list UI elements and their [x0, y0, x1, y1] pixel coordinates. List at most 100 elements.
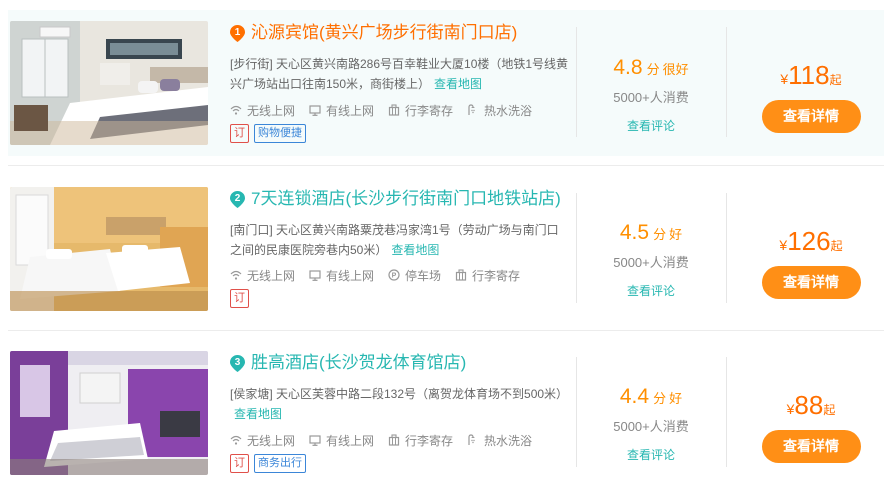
parking-icon: P [388, 269, 400, 281]
rating-score: 4.4 [619, 385, 650, 408]
rank-pin-icon: 1 [230, 24, 245, 42]
hotel-photo[interactable] [10, 187, 208, 311]
wifi-icon [230, 270, 242, 280]
rating-unit: 分 [646, 62, 660, 77]
svg-text:P: P [392, 273, 397, 280]
amenity-item: 无线上网 [230, 266, 295, 284]
shower-icon [468, 104, 476, 115]
rank-number: 1 [234, 26, 241, 38]
view-details-button[interactable]: 查看详情 [761, 100, 861, 133]
view-map-link[interactable]: 查看地图 [391, 243, 439, 257]
price-value: 126 [787, 226, 831, 256]
amenity-label: 热水洗浴 [484, 103, 533, 118]
hotel-address: [南门口] 天心区黄兴南路粟茂巷冯家湾1号（劳动广场与南门口之间的民康医院旁巷内… [230, 220, 570, 260]
hotel-card[interactable]: 3 胜高酒店(长沙贺龙体育馆店) [侯家塘] 天心区芙蓉中路二段132号（离贺龙… [8, 340, 884, 486]
hotel-name[interactable]: 7天连锁酒店(长沙步行街南门口地铁站店) [251, 187, 561, 211]
amenity-label: 行李寄存 [472, 268, 521, 283]
divider [726, 193, 727, 303]
price-suffix: 起 [830, 239, 843, 253]
consumer-count: 5000+人消费 [613, 255, 689, 270]
row-divider [8, 165, 884, 166]
view-details-button[interactable]: 查看详情 [761, 266, 861, 299]
amenity-item: 无线上网 [230, 431, 295, 449]
luggage-icon [388, 434, 400, 446]
price-line: ¥88起 [738, 390, 884, 421]
booking-tag: 订 [230, 454, 249, 473]
rank-pin-icon: 2 [230, 190, 245, 208]
consumer-count: 5000+人消费 [613, 419, 689, 434]
amenity-item: 行李寄存 [388, 431, 453, 449]
hotel-title-row[interactable]: 2 7天连锁酒店(长沙步行街南门口地铁站店) [230, 187, 561, 211]
consumer-count: 5000+人消费 [613, 90, 689, 105]
price-suffix: 起 [823, 403, 836, 417]
amenity-label: 无线上网 [247, 268, 296, 283]
amenity-label: 热水洗浴 [484, 433, 533, 448]
view-map-link[interactable]: 查看地图 [434, 77, 482, 91]
hotel-tags: 订 [230, 289, 254, 308]
hotel-address: [步行街] 天心区黄兴南路286号百幸鞋业大厦10楼（地铁1号线黄兴广场站出口往… [230, 54, 570, 94]
rating-block: 4.5 分好 5000+人消费 查看评论 [576, 221, 726, 299]
price-suffix: 起 [829, 73, 842, 87]
monitor-icon [309, 104, 321, 116]
amenity-item: 热水洗浴 [467, 431, 532, 449]
rating-word: 好 [669, 391, 683, 406]
rating-unit: 分 [653, 391, 667, 406]
hotel-tags: 订 购物便捷 [230, 124, 311, 143]
hotel-photo[interactable] [10, 21, 208, 145]
amenity-item: 有线上网 [309, 266, 374, 284]
amenity-label: 有线上网 [326, 433, 375, 448]
hotel-title-row[interactable]: 3 胜高酒店(长沙贺龙体育馆店) [230, 351, 466, 375]
price-line: ¥118起 [738, 60, 884, 91]
hotel-card[interactable]: 1 沁源宾馆(黄兴广场步行街南门口店) [步行街] 天心区黄兴南路286号百幸鞋… [8, 10, 884, 156]
rating-score: 4.8 [613, 56, 643, 79]
booking-tag: 订 [230, 124, 249, 143]
divider [726, 357, 727, 467]
rating-word: 好 [669, 227, 683, 242]
amenity-label: 停车场 [405, 268, 442, 283]
hotel-title-row[interactable]: 1 沁源宾馆(黄兴广场步行街南门口店) [230, 21, 517, 45]
rating-word: 很好 [662, 62, 689, 77]
amenity-item: 有线上网 [309, 431, 374, 449]
hotel-address: [侯家塘] 天心区芙蓉中路二段132号（离贺龙体育场不到500米） 查看地图 [230, 384, 570, 424]
price-block: ¥88起 查看详情 [738, 390, 884, 463]
amenity-label: 无线上网 [247, 433, 296, 448]
currency-symbol: ¥ [780, 71, 789, 87]
amenities-list: 无线上网 有线上网 P 停车场 行李寄存 [230, 266, 534, 284]
booking-tag: 订 [230, 289, 249, 308]
view-reviews-link[interactable]: 查看评论 [576, 446, 726, 463]
hotel-name[interactable]: 沁源宾馆(黄兴广场步行街南门口店) [251, 21, 517, 45]
hotel-card[interactable]: 2 7天连锁酒店(长沙步行街南门口地铁站店) [南门口] 天心区黄兴南路粟茂巷冯… [8, 176, 884, 322]
amenity-item: 无线上网 [230, 101, 295, 119]
rank-number: 2 [234, 192, 241, 204]
price-value: 118 [788, 60, 830, 90]
shower-icon [468, 434, 476, 445]
view-map-link[interactable]: 查看地图 [234, 407, 282, 421]
view-reviews-link[interactable]: 查看评论 [576, 282, 726, 299]
amenity-item: 行李寄存 [388, 101, 453, 119]
hotel-photo[interactable] [10, 351, 208, 475]
view-reviews-link[interactable]: 查看评论 [576, 117, 726, 134]
amenity-item: 有线上网 [309, 101, 374, 119]
rating-line: 4.5 分好 [576, 221, 726, 245]
rating-score: 4.5 [619, 221, 650, 244]
rating-unit: 分 [653, 227, 667, 242]
amenities-list: 无线上网 有线上网 行李寄存 热水洗浴 [230, 431, 546, 449]
address-text: [侯家塘] 天心区芙蓉中路二段132号（离贺龙体育场不到500米） [230, 387, 569, 401]
amenity-item: 行李寄存 [455, 266, 520, 284]
rating-line: 4.4 分好 [576, 385, 726, 409]
amenity-item: P 停车场 [388, 266, 441, 284]
divider [726, 27, 727, 137]
luggage-icon [455, 269, 467, 281]
amenity-label: 行李寄存 [405, 433, 454, 448]
rank-pin-icon: 3 [230, 354, 245, 372]
wifi-icon [230, 435, 242, 445]
address-text: [步行街] 天心区黄兴南路286号百幸鞋业大厦10楼（地铁1号线黄兴广场站出口往… [230, 57, 569, 91]
view-details-button[interactable]: 查看详情 [761, 430, 861, 463]
feature-tag: 商务出行 [254, 454, 306, 473]
rating-block: 4.4 分好 5000+人消费 查看评论 [576, 385, 726, 463]
price-block: ¥126起 查看详情 [738, 226, 884, 299]
amenity-label: 有线上网 [326, 268, 375, 283]
hotel-name[interactable]: 胜高酒店(长沙贺龙体育馆店) [251, 351, 466, 375]
price-block: ¥118起 查看详情 [738, 60, 884, 133]
luggage-icon [388, 104, 400, 116]
